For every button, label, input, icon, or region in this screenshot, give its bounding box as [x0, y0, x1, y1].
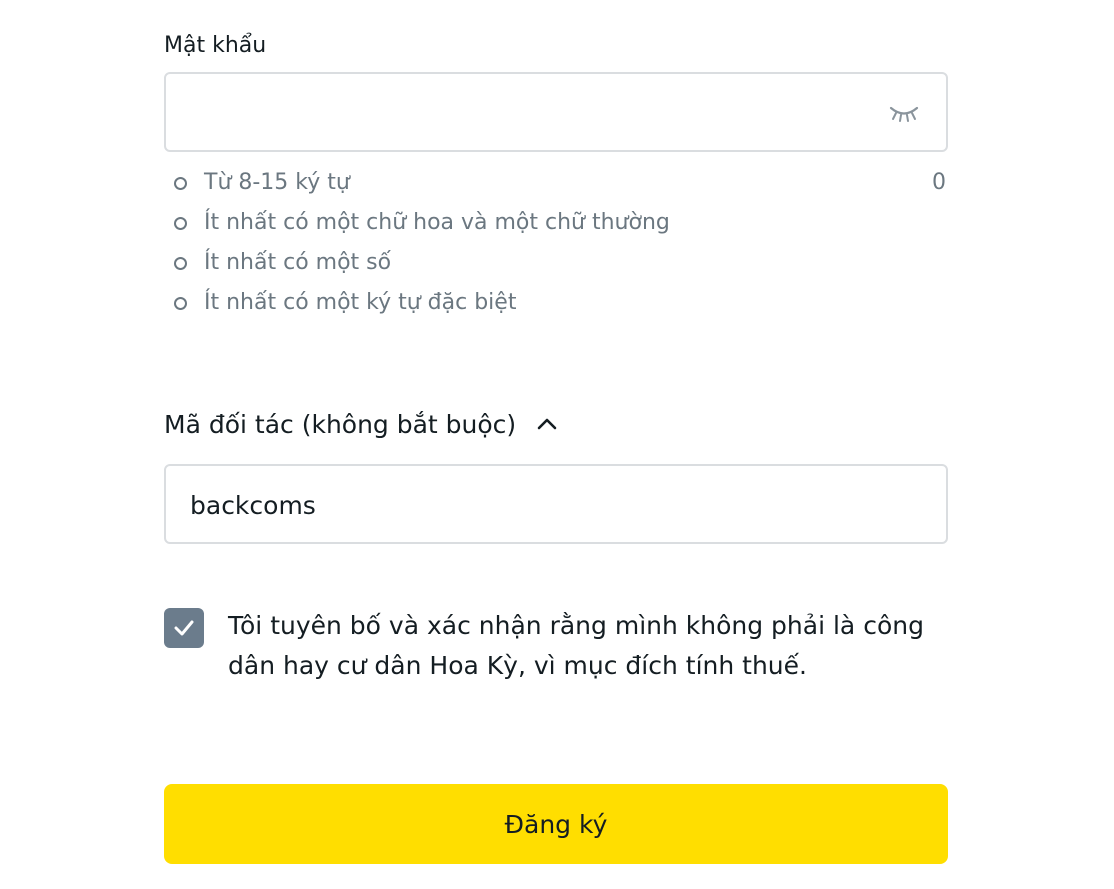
- password-char-count: 0: [932, 170, 946, 195]
- password-rule-text: Ít nhất có một ký tự đặc biệt: [204, 290, 517, 315]
- tax-declaration-checkbox[interactable]: [164, 608, 204, 648]
- password-field[interactable]: [164, 72, 948, 152]
- circle-icon: [174, 297, 187, 310]
- eye-closed-icon[interactable]: [888, 102, 920, 124]
- password-rule-text: Ít nhất có một chữ hoa và một chữ thường: [204, 210, 670, 235]
- partner-code-field[interactable]: [164, 464, 948, 544]
- circle-icon: [174, 177, 187, 190]
- tax-declaration-text: Tôi tuyên bố và xác nhận rằng mình không…: [228, 611, 924, 680]
- password-label: Mật khẩu: [164, 33, 267, 58]
- partner-code-label: Mã đối tác (không bắt buộc): [164, 409, 517, 439]
- password-rule-text: Từ 8-15 ký tự: [204, 170, 350, 195]
- password-rule: Ít nhất có một số: [174, 245, 948, 285]
- password-rule: Ít nhất có một chữ hoa và một chữ thường: [174, 205, 948, 245]
- password-rule-text: Ít nhất có một số: [204, 250, 392, 275]
- chevron-up-icon[interactable]: [536, 413, 558, 435]
- password-rule: Ít nhất có một ký tự đặc biệt: [174, 285, 948, 325]
- password-rules: Từ 8-15 ký tự Ít nhất có một chữ hoa và …: [174, 165, 948, 325]
- circle-icon: [174, 257, 187, 270]
- password-rule: Từ 8-15 ký tự: [174, 165, 948, 205]
- circle-icon: [174, 217, 187, 230]
- checkmark-icon: [174, 620, 194, 636]
- password-input[interactable]: [186, 94, 870, 132]
- partner-code-input[interactable]: [188, 486, 912, 524]
- register-button[interactable]: Đăng ký: [164, 784, 948, 864]
- partner-code-toggle[interactable]: Mã đối tác (không bắt buộc): [164, 404, 558, 444]
